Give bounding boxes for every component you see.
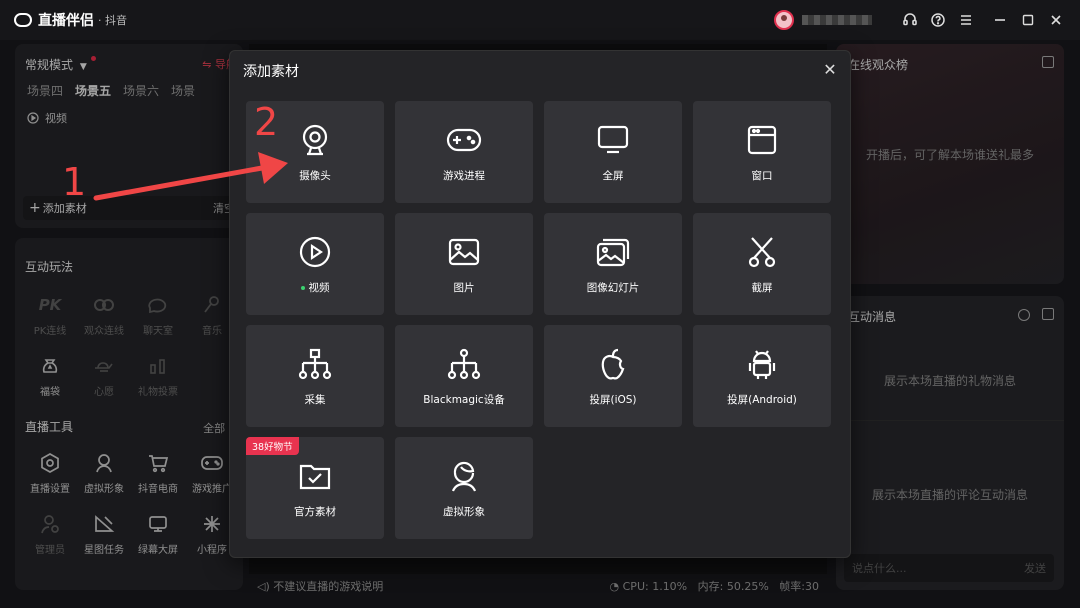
tile-label: 虚拟形象 [443, 505, 485, 518]
material-tile-game-process[interactable]: 游戏进程 [395, 101, 533, 203]
title-bar: 直播伴侣 · 抖音 [0, 0, 1080, 40]
material-tile-capture[interactable]: 采集 [246, 325, 384, 427]
tile-label: 游戏进程 [443, 169, 485, 182]
virtual-avatar-icon [446, 458, 482, 494]
tile-label: 窗口 [751, 169, 773, 182]
step-1-annotation: 1 [62, 160, 87, 204]
material-tile-virtual-avatar[interactable]: 虚拟形象 [395, 437, 533, 539]
material-tile-ios-cast[interactable]: 投屏(iOS) [544, 325, 682, 427]
material-tile-official[interactable]: 38好物节 官方素材 [246, 437, 384, 539]
material-tile-blackmagic[interactable]: Blackmagic设备 [395, 325, 533, 427]
active-dot [300, 285, 305, 290]
slideshow-icon [595, 234, 631, 270]
fullscreen-monitor-icon [595, 122, 631, 158]
user-name-blurred[interactable] [802, 15, 872, 25]
add-material-dialog: 添加素材 ✕ 摄像头 游戏进程 全屏 窗口 视频 图片 图像幻灯片 截屏 采集 … [229, 50, 851, 558]
material-grid: 摄像头 游戏进程 全屏 窗口 视频 图片 图像幻灯片 截屏 采集 Blackma… [246, 101, 831, 539]
menu-icon[interactable] [952, 6, 980, 34]
apple-icon [595, 346, 631, 382]
app-logo: 直播伴侣 · 抖音 [14, 10, 127, 30]
app-platform: · 抖音 [98, 14, 127, 27]
tile-label: 图片 [453, 281, 475, 294]
dialog-title: 添加素材 [243, 64, 299, 80]
tile-label-wrap: 视频 [300, 280, 330, 295]
android-icon [744, 346, 780, 382]
user-avatar[interactable] [774, 10, 794, 30]
tile-label: 全屏 [602, 169, 624, 182]
camera-icon [297, 122, 333, 158]
video-play-icon [297, 234, 333, 270]
app-name: 直播伴侣 [38, 13, 94, 29]
close-icon[interactable]: ✕ [820, 59, 840, 79]
tile-label: 截屏 [751, 281, 773, 294]
blackmagic-tree-icon [446, 346, 482, 382]
minimize-icon[interactable] [986, 6, 1014, 34]
step-2-annotation: 2 [254, 100, 279, 144]
promo-badge: 38好物节 [246, 437, 299, 455]
logo-icon [14, 13, 32, 27]
window-icon [744, 122, 780, 158]
game-process-icon [446, 122, 482, 158]
tile-label: 采集 [304, 393, 326, 406]
help-icon[interactable] [924, 6, 952, 34]
material-tile-video[interactable]: 视频 [246, 213, 384, 315]
tile-label: 投屏(iOS) [589, 393, 637, 406]
tile-label: 投屏(Android) [727, 393, 797, 406]
headset-icon[interactable] [896, 6, 924, 34]
maximize-icon[interactable] [1014, 6, 1042, 34]
material-tile-image[interactable]: 图片 [395, 213, 533, 315]
tile-label: 视频 [308, 281, 330, 294]
tile-label: Blackmagic设备 [423, 393, 505, 406]
material-tile-slideshow[interactable]: 图像幻灯片 [544, 213, 682, 315]
material-tile-android-cast[interactable]: 投屏(Android) [693, 325, 831, 427]
tile-label: 图像幻灯片 [586, 281, 640, 294]
tile-label: 摄像头 [299, 169, 331, 182]
official-folder-icon [297, 458, 333, 494]
tile-label: 官方素材 [294, 505, 336, 518]
scissors-icon [744, 234, 780, 270]
material-tile-screenshot[interactable]: 截屏 [693, 213, 831, 315]
material-tile-fullscreen[interactable]: 全屏 [544, 101, 682, 203]
image-icon [446, 234, 482, 270]
close-window-icon[interactable] [1042, 6, 1070, 34]
capture-tree-icon [297, 346, 333, 382]
material-tile-window[interactable]: 窗口 [693, 101, 831, 203]
